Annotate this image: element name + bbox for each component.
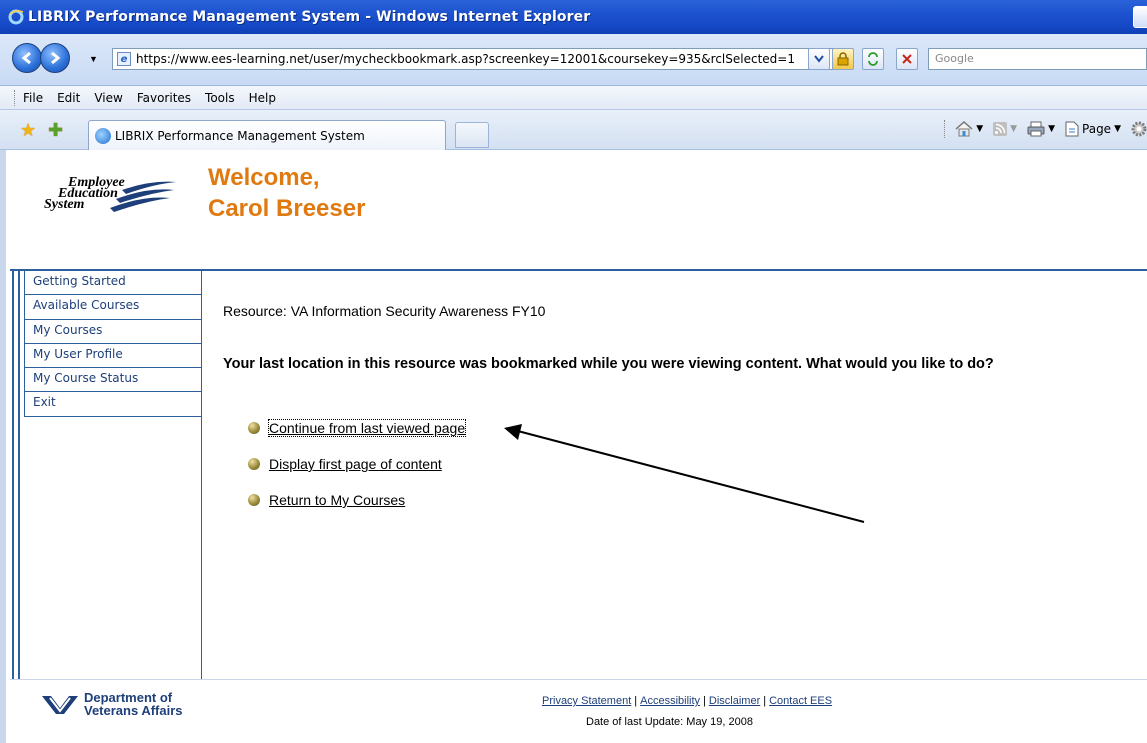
footer-divider bbox=[10, 679, 1147, 680]
disclaimer-link[interactable]: Disclaimer bbox=[709, 695, 760, 707]
menu-file[interactable]: File bbox=[23, 91, 43, 105]
bullet-icon bbox=[248, 422, 260, 434]
stop-icon bbox=[902, 54, 912, 64]
history-dropdown-icon[interactable]: ▼ bbox=[89, 54, 98, 64]
forward-arrow-icon bbox=[51, 51, 61, 65]
sidebar-item-available-courses[interactable]: Available Courses bbox=[24, 295, 202, 320]
user-name: Carol Breeser bbox=[208, 195, 366, 222]
home-button[interactable]: ▼ bbox=[955, 121, 983, 137]
continue-link[interactable]: Continue from last viewed page bbox=[267, 419, 467, 437]
page-icon bbox=[1065, 121, 1079, 137]
print-button[interactable]: ▼ bbox=[1027, 121, 1055, 137]
tools-menu-button[interactable] bbox=[1131, 121, 1147, 137]
chevron-down-icon bbox=[814, 55, 824, 63]
va-name: Department of Veterans Affairs bbox=[84, 691, 183, 717]
separator: | bbox=[634, 695, 638, 707]
address-toolbar: ▼ e https://www.ees-learning.net/user/my… bbox=[0, 34, 1147, 86]
page-icon: e bbox=[117, 52, 131, 66]
option-continue: Continue from last viewed page bbox=[248, 410, 467, 446]
tab-label: LIBRIX Performance Management System bbox=[115, 128, 365, 143]
privacy-statement-link[interactable]: Privacy Statement bbox=[542, 695, 631, 707]
window-title: LIBRIX Performance Management System - W… bbox=[28, 9, 591, 25]
forward-button[interactable] bbox=[40, 43, 70, 73]
option-first-page: Display first page of content bbox=[248, 446, 465, 482]
separator: | bbox=[763, 695, 767, 707]
first-page-link[interactable]: Display first page of content bbox=[269, 456, 442, 472]
sidebar-item-my-course-status[interactable]: My Course Status bbox=[24, 368, 202, 393]
chevron-down-icon: ▼ bbox=[1048, 124, 1056, 134]
favorites-star-icon[interactable]: ★ bbox=[20, 120, 36, 141]
separator bbox=[944, 120, 946, 138]
sidebar-item-exit[interactable]: Exit bbox=[24, 392, 202, 417]
address-field[interactable]: e https://www.ees-learning.net/user/mych… bbox=[112, 48, 846, 70]
chevron-down-icon: ▼ bbox=[1114, 124, 1121, 134]
menu-edit[interactable]: Edit bbox=[57, 91, 80, 105]
accessibility-link[interactable]: Accessibility bbox=[640, 695, 700, 707]
sidebar-item-getting-started[interactable]: Getting Started bbox=[24, 271, 202, 296]
page-menu-button[interactable]: Page ▼ bbox=[1065, 121, 1121, 137]
va-emblem-icon bbox=[42, 696, 78, 714]
toolbar-grip bbox=[14, 89, 17, 106]
logo-line-3: System bbox=[44, 197, 85, 212]
sidebar-nav: Getting Started Available Courses My Cou… bbox=[24, 271, 202, 417]
printer-icon bbox=[1027, 121, 1045, 137]
separator: | bbox=[703, 695, 706, 707]
ie-logo-icon bbox=[8, 9, 24, 25]
logo-swoosh-icon bbox=[110, 181, 176, 212]
security-lock-button[interactable] bbox=[832, 48, 854, 70]
option-return: Return to My Courses bbox=[248, 482, 465, 518]
add-favorites-icon[interactable]: ✚ bbox=[48, 120, 63, 141]
annotation-arrow-icon bbox=[504, 424, 865, 523]
ie-page-icon bbox=[95, 127, 111, 144]
bookmark-question: Your last location in this resource was … bbox=[223, 356, 994, 372]
sidebar-border-outer bbox=[12, 271, 14, 679]
return-to-courses-link[interactable]: Return to My Courses bbox=[269, 492, 405, 508]
menu-tools[interactable]: Tools bbox=[205, 91, 235, 105]
feeds-button[interactable]: ▼ bbox=[993, 122, 1017, 136]
menu-bar: File Edit View Favorites Tools Help bbox=[0, 86, 1147, 110]
ees-logo: Employee Education System bbox=[36, 176, 186, 226]
sidebar-item-my-user-profile[interactable]: My User Profile bbox=[24, 343, 202, 369]
minimize-button[interactable] bbox=[1133, 6, 1147, 28]
sidebar-item-my-courses[interactable]: My Courses bbox=[24, 319, 202, 344]
home-icon bbox=[955, 121, 973, 137]
page-content: Employee Education System Welcome, Carol… bbox=[0, 150, 1147, 743]
welcome-line: Welcome, bbox=[208, 164, 320, 191]
back-arrow-icon bbox=[21, 51, 31, 65]
chevron-down-icon: ▼ bbox=[976, 124, 984, 134]
last-update-date: Date of last Update: May 19, 2008 bbox=[586, 716, 753, 728]
stop-button[interactable] bbox=[896, 48, 918, 70]
footer-links: Privacy Statement | Accessibility | Disclaim… bbox=[542, 695, 832, 707]
bullet-icon bbox=[248, 494, 260, 506]
resource-title: Resource: VA Information Security Awaren… bbox=[223, 303, 546, 319]
rss-feed-icon bbox=[993, 122, 1008, 136]
welcome-heading: Welcome, Carol Breeser bbox=[208, 162, 365, 224]
search-input[interactable]: Google bbox=[928, 48, 1147, 70]
gear-icon bbox=[1131, 121, 1147, 137]
tab-librix[interactable]: LIBRIX Performance Management System bbox=[88, 120, 446, 150]
menu-view[interactable]: View bbox=[94, 91, 122, 105]
bookmark-options: Continue from last viewed page Display f… bbox=[248, 410, 467, 518]
refresh-button[interactable] bbox=[862, 48, 884, 70]
refresh-icon bbox=[868, 52, 878, 66]
command-bar: ▼ ▼ ▼ Page ▼ bbox=[944, 120, 1147, 138]
chevron-down-icon: ▼ bbox=[1010, 124, 1018, 134]
menu-help[interactable]: Help bbox=[249, 91, 276, 105]
address-dropdown-button[interactable] bbox=[808, 48, 830, 70]
bullet-icon bbox=[248, 458, 260, 470]
back-button[interactable] bbox=[12, 43, 42, 73]
va-logo: Department of Veterans Affairs bbox=[42, 691, 183, 717]
url-text[interactable]: https://www.ees-learning.net/user/mychec… bbox=[136, 52, 845, 66]
new-tab-button[interactable] bbox=[455, 122, 489, 148]
va-line-2: Veterans Affairs bbox=[84, 703, 183, 718]
page-menu-label: Page bbox=[1082, 122, 1112, 136]
tab-bar: ★ ✚ LIBRIX Performance Management System… bbox=[0, 110, 1147, 150]
window-titlebar: LIBRIX Performance Management System - W… bbox=[0, 0, 1147, 34]
contact-ees-link[interactable]: Contact EES bbox=[769, 695, 832, 707]
lock-icon bbox=[837, 52, 849, 66]
menu-favorites[interactable]: Favorites bbox=[137, 91, 191, 105]
